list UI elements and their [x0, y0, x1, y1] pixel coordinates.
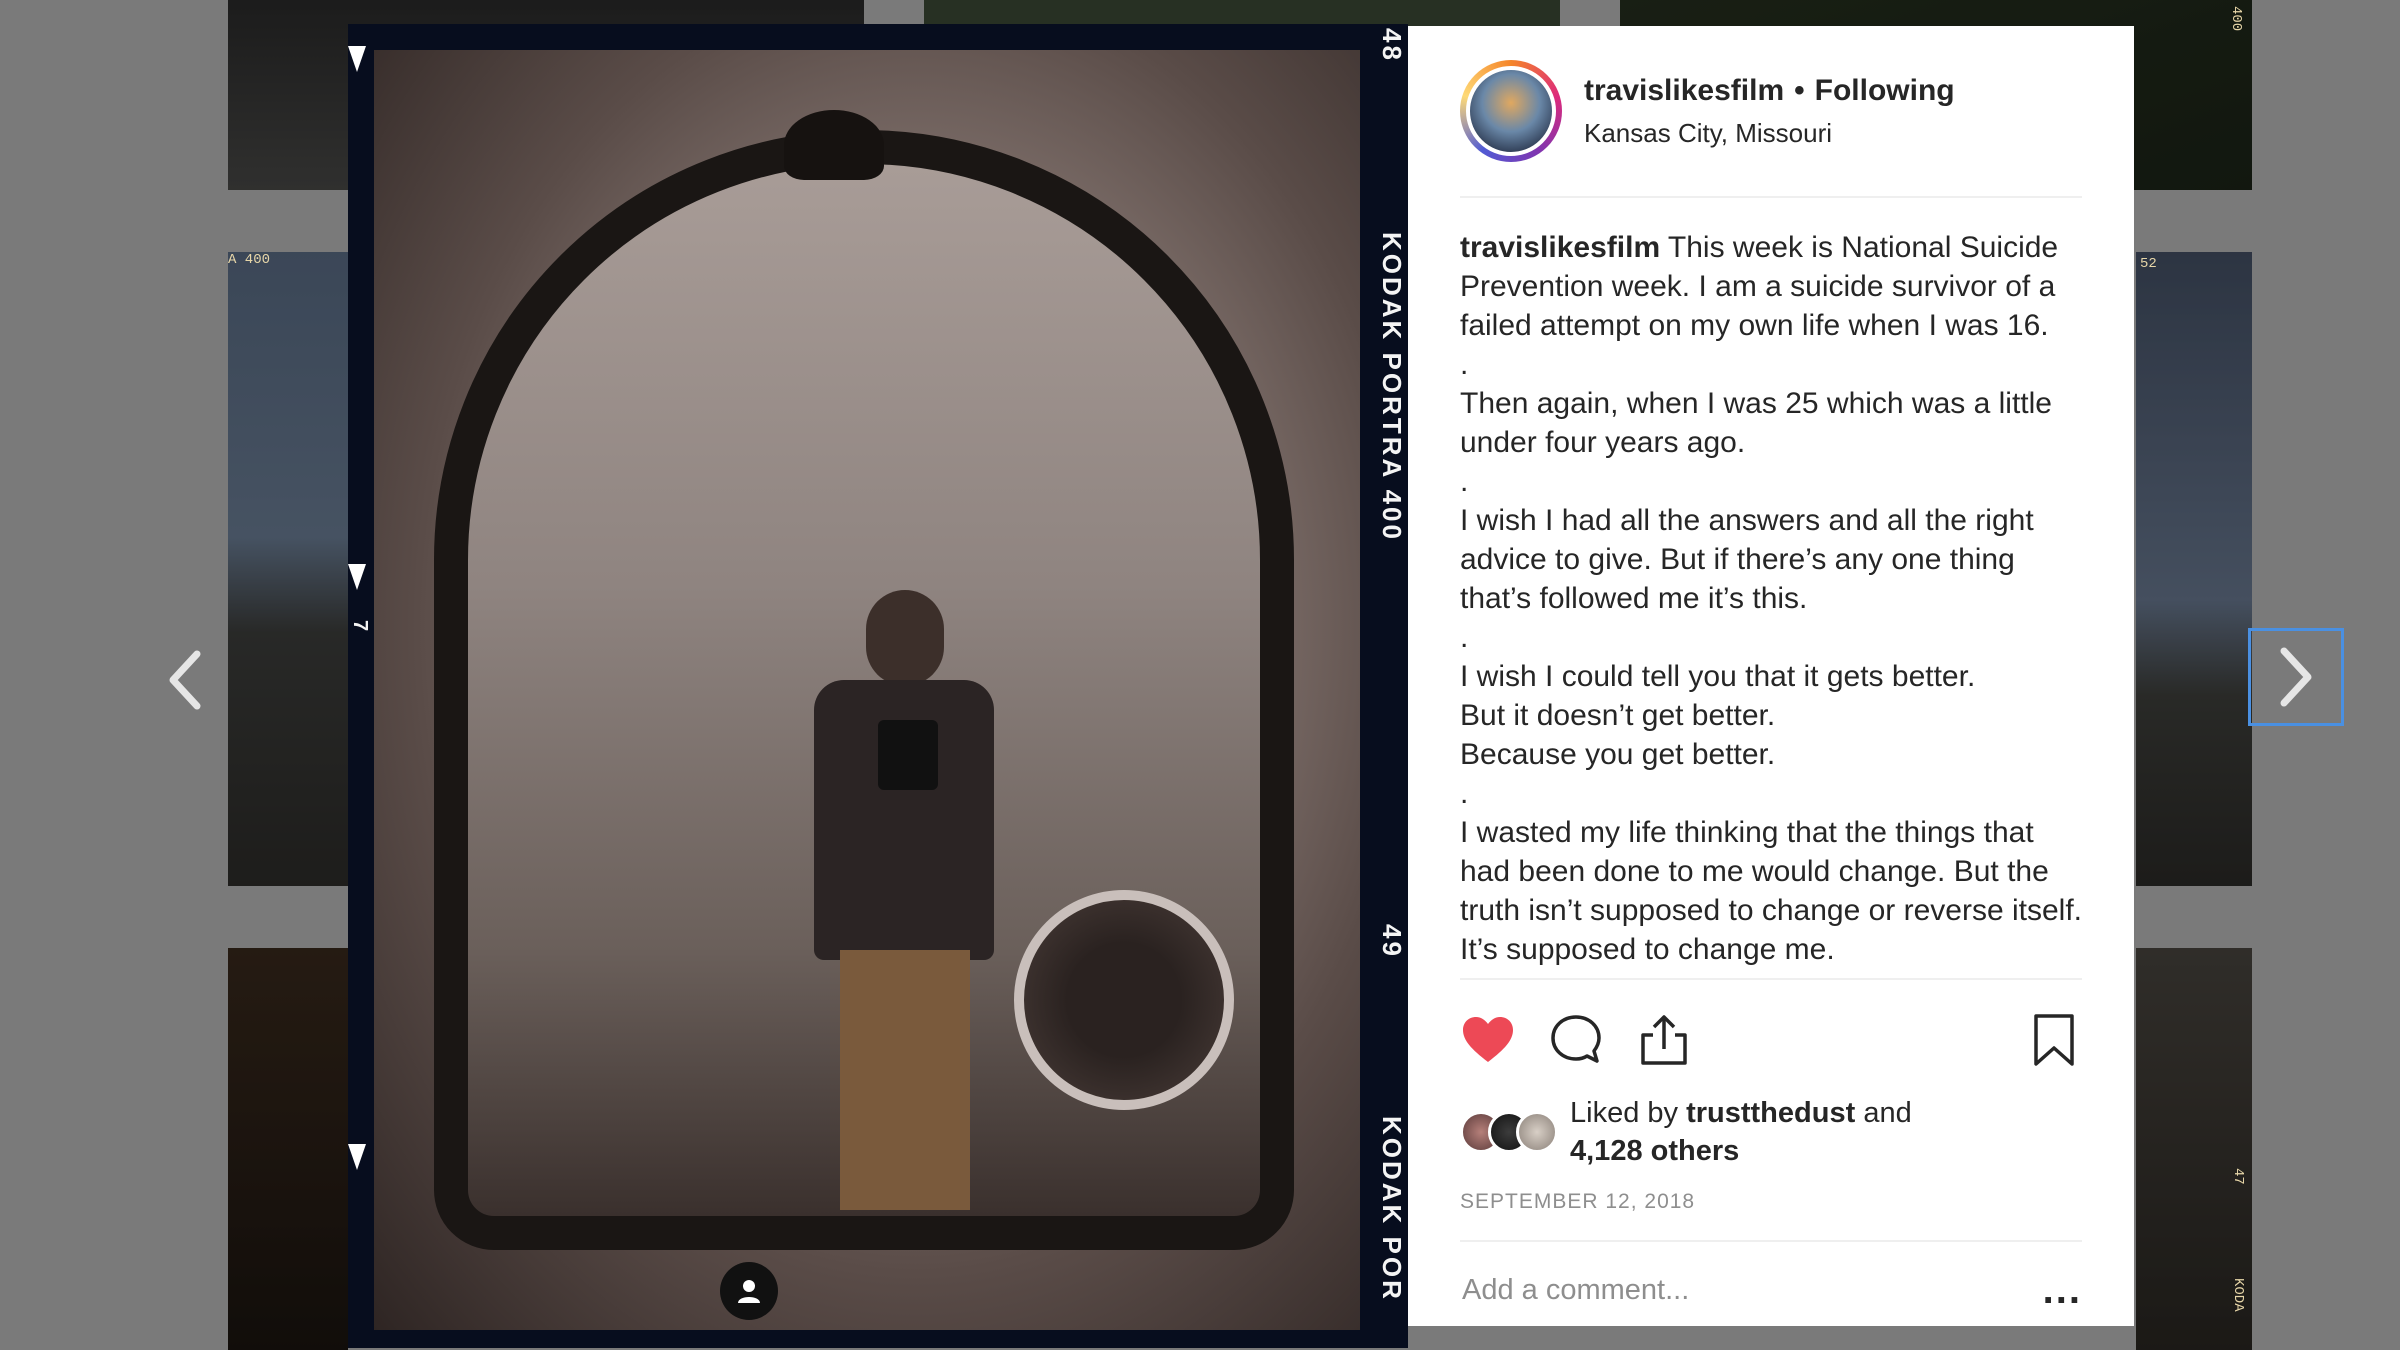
- location-link[interactable]: Kansas City, Missouri: [1584, 118, 1955, 149]
- post-header: travislikesfilm • Following Kansas City,…: [1460, 26, 2082, 198]
- mirror-crest-shape: [784, 110, 884, 180]
- film-mark-text: KODA: [2230, 1278, 2246, 1312]
- likes-count-link[interactable]: 4,128 others: [1570, 1135, 1739, 1167]
- heart-icon: [1463, 1017, 1513, 1062]
- film-notch-icon: [348, 46, 366, 72]
- chevron-right-icon: [2280, 647, 2312, 707]
- post-date[interactable]: SEPTEMBER 12, 2018: [1460, 1190, 2082, 1242]
- film-mark-text: 52: [2140, 256, 2157, 272]
- share-button[interactable]: [1636, 1012, 1692, 1068]
- post-photo[interactable]: 48 KODAK PORTRA 400 49 KODAK POR 7: [348, 24, 1408, 1348]
- post-actions: [1460, 978, 2082, 1080]
- username-link[interactable]: travislikesfilm: [1584, 74, 1784, 108]
- following-button[interactable]: Following: [1815, 74, 1955, 108]
- caption-text: .: [1460, 465, 1469, 498]
- story-ring[interactable]: [1460, 60, 1562, 162]
- background-tile: 52: [2136, 252, 2252, 886]
- film-brand-text: KODAK PORTRA 400: [1377, 232, 1407, 542]
- caption-text: I wasted my life thinking that the thing…: [1460, 816, 2083, 966]
- comment-button[interactable]: [1548, 1012, 1604, 1068]
- film-mark-text: 400: [2228, 6, 2244, 32]
- film-frame-marker: 7: [349, 620, 371, 635]
- caption-text: .: [1460, 621, 1469, 654]
- film-mark-text: A 400: [228, 252, 271, 268]
- film-brand-text: KODAK POR: [1377, 1116, 1407, 1302]
- previous-post-button[interactable]: [155, 640, 215, 720]
- likes-summary: Liked by trustthedust and 4,128 others: [1460, 1094, 2082, 1170]
- background-tile: 47 KODA: [2136, 948, 2252, 1350]
- share-icon: [1641, 1015, 1687, 1065]
- caption-text: .: [1460, 348, 1469, 381]
- comment-icon: [1551, 1015, 1601, 1063]
- film-frame-number: 48: [1377, 28, 1407, 63]
- background-tile: A 400: [228, 252, 348, 886]
- film-notch-icon: [348, 1144, 366, 1170]
- chevron-left-icon: [169, 650, 201, 710]
- avatar: [1466, 66, 1556, 156]
- film-mark-text: 47: [2230, 1168, 2246, 1185]
- comment-input[interactable]: [1460, 1272, 2043, 1308]
- film-notch-icon: [348, 564, 366, 590]
- save-button[interactable]: [2026, 1012, 2082, 1068]
- photo-image: [374, 50, 1360, 1330]
- liked-by-and: and: [1863, 1097, 1912, 1129]
- comment-row: ...: [1460, 1242, 2082, 1338]
- person-silhouette: [794, 590, 1014, 1210]
- caption-text: I wish I had all the answers and all the…: [1460, 504, 2034, 615]
- caption-paragraph: travislikesfilm This week is National Su…: [1460, 228, 2082, 345]
- bookmark-icon: [2034, 1014, 2074, 1066]
- liked-by-user-link[interactable]: trustthedust: [1686, 1097, 1855, 1129]
- caption-username-link[interactable]: travislikesfilm: [1460, 231, 1660, 264]
- separator-dot: •: [1794, 73, 1805, 107]
- avatar: [1516, 1111, 1558, 1153]
- caption-text: .: [1460, 777, 1469, 810]
- post-details-panel: travislikesfilm • Following Kansas City,…: [1408, 26, 2134, 1326]
- caption-text: I wish I could tell you that it gets bet…: [1460, 660, 1976, 693]
- caption-text: Because you get better.: [1460, 738, 1776, 771]
- background-tile: [228, 948, 348, 1350]
- liker-avatars[interactable]: [1460, 1111, 1558, 1153]
- film-frame-number: 49: [1377, 924, 1407, 959]
- liked-by-label: Liked by: [1570, 1097, 1679, 1129]
- user-tag-button[interactable]: [720, 1262, 778, 1320]
- caption-text: But it doesn’t get better.: [1460, 699, 1776, 732]
- more-options-button[interactable]: ...: [2043, 1268, 2082, 1313]
- caption-text: Then again, when I was 25 which was a li…: [1460, 387, 2052, 459]
- post-modal: 48 KODAK PORTRA 400 49 KODAK POR 7 travi…: [348, 24, 2134, 1348]
- user-tag-icon: [738, 1280, 760, 1303]
- next-post-button[interactable]: [2248, 628, 2344, 726]
- caption: travislikesfilm This week is National Su…: [1460, 198, 2082, 978]
- like-button[interactable]: [1460, 1012, 1516, 1068]
- small-round-mirror: [1014, 890, 1234, 1110]
